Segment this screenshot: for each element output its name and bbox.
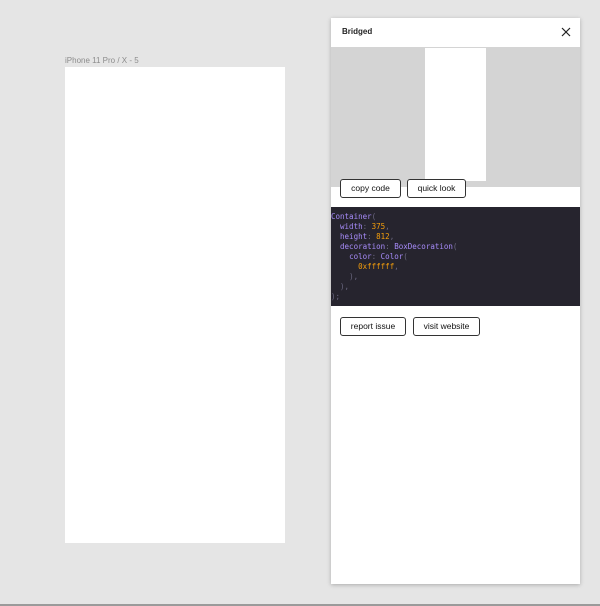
visit-website-button[interactable]: visit website	[413, 317, 480, 336]
code-line: ),	[349, 272, 359, 281]
code-line: );	[331, 292, 341, 301]
panel-header: Bridged	[331, 18, 580, 46]
code-line: decoration: BoxDecoration(	[340, 242, 458, 251]
preview-frame	[425, 48, 486, 181]
frame-label[interactable]: iPhone 11 Pro / X - 5	[65, 56, 139, 65]
preview-area	[331, 47, 580, 187]
code-line: color: Color(	[349, 252, 408, 261]
code-line: Container(	[331, 212, 377, 221]
code-block[interactable]: Container( width: 375, height: 812, deco…	[331, 207, 580, 306]
iphone-frame[interactable]	[65, 67, 285, 543]
plugin-panel: Bridged copy code quick look Container( …	[331, 18, 580, 584]
quick-look-button[interactable]: quick look	[407, 179, 466, 198]
copy-code-button[interactable]: copy code	[340, 179, 401, 198]
code-line: height: 812,	[340, 232, 395, 241]
code-line: width: 375,	[340, 222, 390, 231]
close-icon	[561, 27, 571, 37]
code-line: 0xffffff,	[358, 262, 399, 271]
panel-title: Bridged	[342, 27, 373, 36]
close-button[interactable]	[559, 25, 573, 39]
report-issue-button[interactable]: report issue	[340, 317, 406, 336]
code-line: ),	[340, 282, 350, 291]
